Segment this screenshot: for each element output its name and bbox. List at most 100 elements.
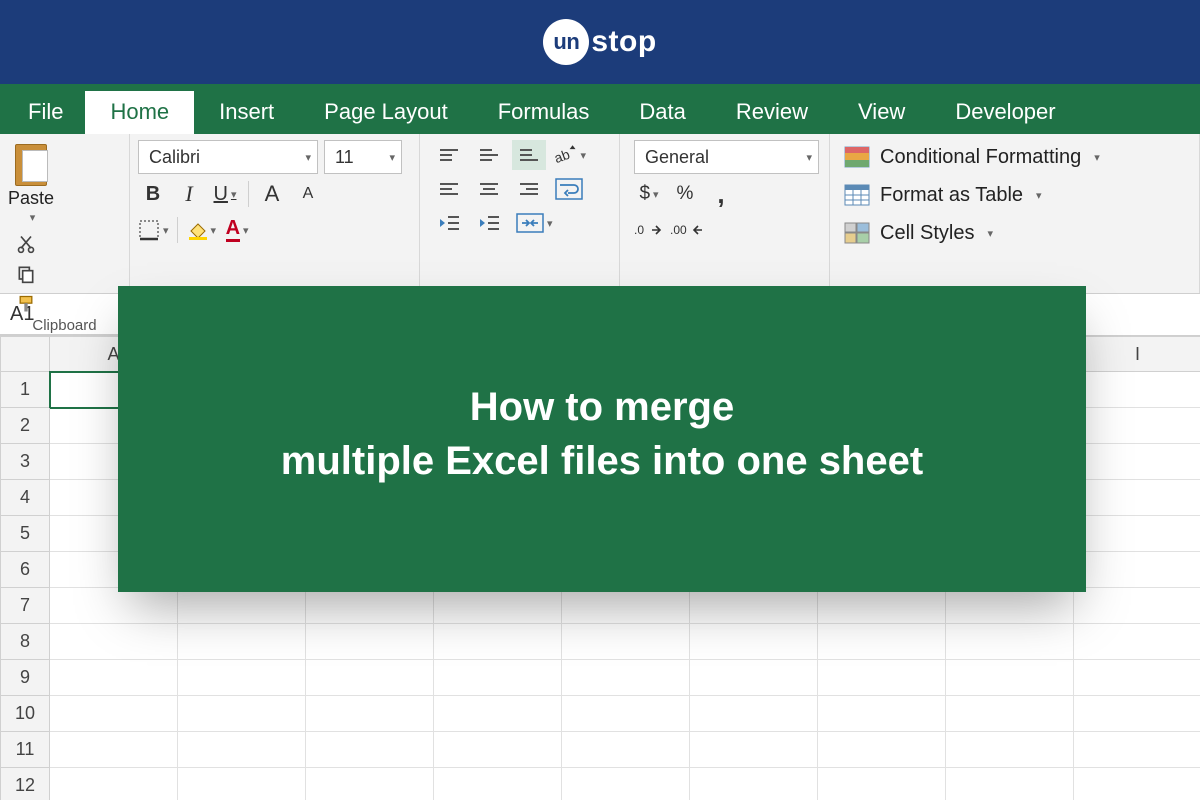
cell[interactable]: [50, 768, 178, 800]
row-header[interactable]: 10: [0, 696, 50, 732]
cell-styles-button[interactable]: Cell Styles ▾: [844, 216, 1191, 250]
orientation-button[interactable]: ab ▾: [552, 140, 586, 170]
cell[interactable]: [818, 660, 946, 696]
font-size-combo[interactable]: 11 ▾: [324, 140, 402, 174]
fill-color-button[interactable]: ▾: [186, 214, 217, 246]
cell[interactable]: [178, 732, 306, 768]
cell[interactable]: [690, 660, 818, 696]
cell[interactable]: [50, 696, 178, 732]
cell[interactable]: [434, 660, 562, 696]
ribbon-tab-insert[interactable]: Insert: [194, 91, 299, 134]
cell[interactable]: [50, 624, 178, 660]
ribbon-tab-page-layout[interactable]: Page Layout: [299, 91, 473, 134]
shrink-font-button[interactable]: A: [293, 178, 323, 210]
align-right-button[interactable]: [512, 174, 546, 204]
cell[interactable]: [690, 588, 818, 624]
grow-font-button[interactable]: A: [257, 178, 287, 210]
cell[interactable]: [818, 588, 946, 624]
cell[interactable]: [1074, 552, 1200, 588]
accounting-format-button[interactable]: $▾: [634, 178, 664, 210]
align-top-button[interactable]: [432, 140, 466, 170]
cut-icon[interactable]: [14, 234, 38, 254]
cell[interactable]: [1074, 372, 1200, 408]
cell[interactable]: [178, 660, 306, 696]
paste-button[interactable]: Paste ▾: [8, 140, 54, 224]
font-name-combo[interactable]: Calibri ▾: [138, 140, 318, 174]
cell[interactable]: [1074, 516, 1200, 552]
row-header[interactable]: 9: [0, 660, 50, 696]
cell[interactable]: [946, 732, 1074, 768]
ribbon-tab-developer[interactable]: Developer: [930, 91, 1080, 134]
cell[interactable]: [50, 660, 178, 696]
conditional-formatting-button[interactable]: Conditional Formatting ▾: [844, 140, 1191, 174]
cell[interactable]: [178, 768, 306, 800]
merge-center-button[interactable]: ▾: [512, 208, 557, 238]
cell[interactable]: [306, 624, 434, 660]
cell[interactable]: [562, 732, 690, 768]
cell[interactable]: [50, 732, 178, 768]
cell[interactable]: [690, 768, 818, 800]
align-left-button[interactable]: [432, 174, 466, 204]
row-header[interactable]: 3: [0, 444, 50, 480]
wrap-text-button[interactable]: [552, 174, 586, 204]
cell[interactable]: [1074, 624, 1200, 660]
ribbon-tab-data[interactable]: Data: [614, 91, 710, 134]
ribbon-tab-home[interactable]: Home: [85, 91, 194, 134]
cell[interactable]: [434, 588, 562, 624]
cell[interactable]: [946, 768, 1074, 800]
cell[interactable]: [306, 696, 434, 732]
cell[interactable]: [1074, 480, 1200, 516]
cell[interactable]: [1074, 444, 1200, 480]
number-format-combo[interactable]: General ▾: [634, 140, 819, 174]
cell[interactable]: [1074, 660, 1200, 696]
ribbon-tab-formulas[interactable]: Formulas: [473, 91, 615, 134]
cell[interactable]: [306, 588, 434, 624]
cell[interactable]: [178, 588, 306, 624]
ribbon-tab-review[interactable]: Review: [711, 91, 833, 134]
cell[interactable]: [562, 660, 690, 696]
cell[interactable]: [946, 696, 1074, 732]
decrease-decimal-button[interactable]: .00: [670, 214, 704, 246]
select-all-corner[interactable]: [0, 336, 50, 372]
font-color-button[interactable]: A ▾: [222, 214, 252, 246]
cell[interactable]: [818, 696, 946, 732]
format-painter-icon[interactable]: [14, 294, 38, 314]
copy-icon[interactable]: [14, 264, 38, 284]
row-header[interactable]: 5: [0, 516, 50, 552]
row-header[interactable]: 11: [0, 732, 50, 768]
cell[interactable]: [1074, 588, 1200, 624]
cell[interactable]: [306, 768, 434, 800]
cell[interactable]: [818, 768, 946, 800]
cell[interactable]: [562, 588, 690, 624]
bold-button[interactable]: B: [138, 178, 168, 210]
cell[interactable]: [818, 732, 946, 768]
cell[interactable]: [562, 624, 690, 660]
cell[interactable]: [946, 588, 1074, 624]
align-bottom-button[interactable]: [512, 140, 546, 170]
percent-format-button[interactable]: %: [670, 178, 700, 210]
cell[interactable]: [434, 768, 562, 800]
format-as-table-button[interactable]: Format as Table ▾: [844, 178, 1191, 212]
row-header[interactable]: 4: [0, 480, 50, 516]
increase-decimal-button[interactable]: .0: [634, 214, 664, 246]
increase-indent-button[interactable]: [472, 208, 506, 238]
cell[interactable]: [434, 732, 562, 768]
cell[interactable]: [178, 624, 306, 660]
cell[interactable]: [434, 624, 562, 660]
cell[interactable]: [1074, 408, 1200, 444]
row-header[interactable]: 2: [0, 408, 50, 444]
underline-button[interactable]: U ▾: [210, 178, 240, 210]
cell[interactable]: [434, 696, 562, 732]
cell[interactable]: [306, 660, 434, 696]
cell[interactable]: [946, 660, 1074, 696]
cell[interactable]: [1074, 696, 1200, 732]
row-header[interactable]: 7: [0, 588, 50, 624]
cell[interactable]: [690, 696, 818, 732]
cell[interactable]: [690, 624, 818, 660]
cell[interactable]: [1074, 768, 1200, 800]
comma-format-button[interactable]: ,: [706, 178, 736, 210]
italic-button[interactable]: I: [174, 178, 204, 210]
ribbon-tab-file[interactable]: File: [18, 91, 85, 134]
borders-button[interactable]: ▾: [138, 214, 169, 246]
cell[interactable]: [562, 768, 690, 800]
